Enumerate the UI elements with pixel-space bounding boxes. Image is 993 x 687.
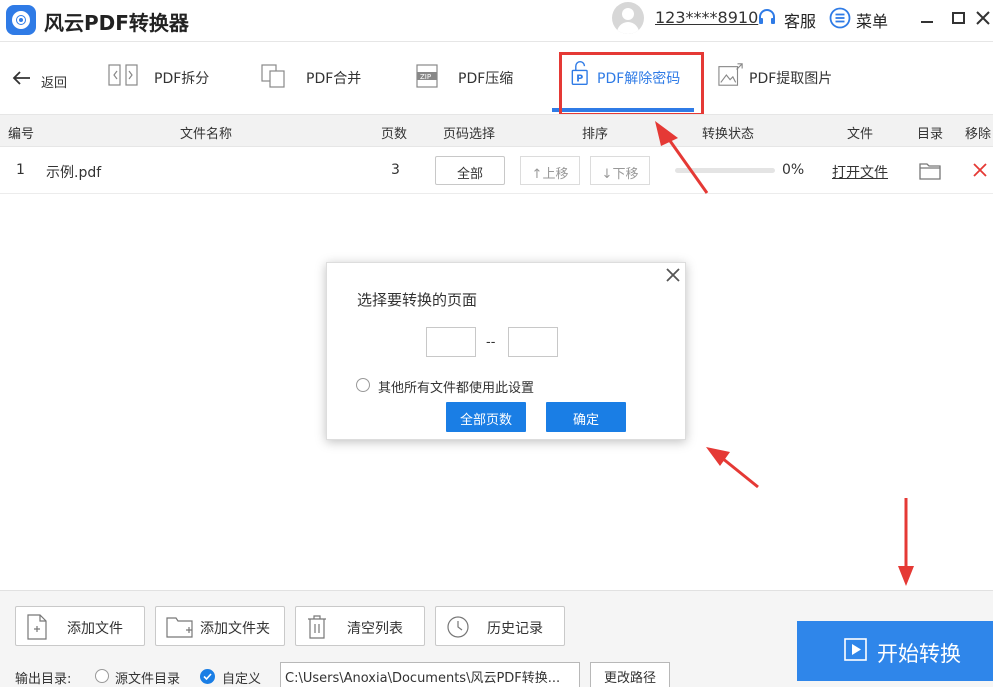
confirm-button[interactable]: 确定: [546, 402, 626, 432]
app-title: 风云PDF转换器: [44, 11, 189, 35]
col-filename: 文件名称: [180, 127, 233, 142]
avatar[interactable]: [612, 2, 644, 34]
open-file-link[interactable]: 打开文件: [832, 162, 888, 182]
highlight-box: [559, 52, 704, 116]
move-up-button[interactable]: ↑上移: [520, 156, 580, 185]
col-order: 排序: [582, 127, 609, 142]
add-folder-label: 添加文件夹: [200, 621, 270, 637]
remove-icon[interactable]: [972, 162, 988, 178]
row-index: 1: [16, 162, 25, 178]
play-icon[interactable]: [844, 637, 868, 663]
folder-icon[interactable]: [919, 160, 941, 180]
svg-text:ZIP: ZIP: [420, 73, 431, 81]
minimize-icon[interactable]: [914, 5, 940, 31]
check-icon: [203, 673, 212, 681]
arrow-to-dialog: [706, 447, 759, 489]
add-file-label: 添加文件: [67, 621, 123, 637]
col-file: 文件: [847, 127, 874, 142]
menu-label[interactable]: 菜单: [856, 8, 888, 32]
zip-icon[interactable]: ZIP: [414, 63, 444, 89]
custom-dir-label[interactable]: 自定义: [222, 668, 261, 687]
service-label[interactable]: 客服: [784, 8, 816, 32]
table-header: [0, 114, 993, 147]
row-pages: 3: [391, 162, 400, 178]
trash-icon: [308, 615, 326, 639]
progress-bar: [675, 168, 775, 173]
window-close-icon[interactable]: [970, 5, 993, 31]
tab-pdf-merge[interactable]: PDF合并: [306, 68, 361, 88]
output-path-field[interactable]: C:\Users\Anoxia\Documents\风云PDF转换...: [280, 662, 580, 687]
move-down-button[interactable]: ↓下移: [590, 156, 650, 185]
page-select-button[interactable]: 全部: [435, 156, 505, 185]
page-to-input[interactable]: [508, 327, 558, 357]
add-file-button[interactable]: 添加文件: [15, 606, 145, 646]
back-arrow-icon[interactable]: [12, 70, 32, 86]
col-dir: 目录: [917, 127, 944, 142]
clear-list-label: 清空列表: [347, 621, 403, 637]
col-remove: 移除: [965, 127, 992, 142]
arrow-to-start: [898, 498, 914, 586]
headset-icon[interactable]: [757, 8, 777, 28]
history-label: 历史记录: [487, 621, 543, 637]
history-button[interactable]: 历史记录: [435, 606, 565, 646]
tab-pdf-extract-images[interactable]: PDF提取图片: [749, 68, 832, 88]
clear-list-button[interactable]: 清空列表: [295, 606, 425, 646]
custom-dir-radio[interactable]: [200, 669, 215, 684]
add-folder-icon: [166, 617, 193, 638]
output-dir-label: 输出目录:: [15, 672, 72, 687]
progress-text: 0%: [782, 162, 805, 178]
split-icon[interactable]: [108, 63, 138, 89]
back-button[interactable]: 返回: [41, 72, 67, 91]
col-status: 转换状态: [702, 127, 755, 142]
apply-all-radio[interactable]: [356, 378, 370, 392]
close-icon[interactable]: [664, 266, 682, 284]
col-pages: 页数: [381, 127, 408, 142]
source-dir-radio[interactable]: [95, 669, 109, 683]
source-dir-label[interactable]: 源文件目录: [115, 668, 180, 687]
tab-pdf-split[interactable]: PDF拆分: [154, 68, 209, 88]
image-extract-icon[interactable]: [716, 62, 746, 88]
row-filename: 示例.pdf: [46, 165, 102, 181]
col-index: 编号: [8, 127, 35, 142]
app-logo-icon: [6, 5, 36, 35]
change-path-button[interactable]: 更改路径: [590, 662, 670, 687]
range-separator: --: [486, 335, 496, 350]
dialog-title: 选择要转换的页面: [357, 291, 478, 309]
page-from-input[interactable]: [426, 327, 476, 357]
tab-pdf-compress[interactable]: PDF压缩: [458, 68, 513, 88]
add-folder-button[interactable]: 添加文件夹: [155, 606, 285, 646]
all-pages-button[interactable]: 全部页数: [446, 402, 526, 432]
apply-all-label[interactable]: 其他所有文件都使用此设置: [378, 377, 534, 396]
merge-icon[interactable]: [260, 63, 290, 89]
menu-icon[interactable]: [829, 7, 851, 29]
username-link[interactable]: 123****8910: [655, 8, 758, 27]
col-page-select: 页码选择: [443, 127, 496, 142]
maximize-icon[interactable]: [945, 5, 971, 31]
add-file-icon: [27, 614, 47, 640]
start-convert-label[interactable]: 开始转换: [877, 638, 961, 668]
clock-icon: [447, 616, 469, 638]
